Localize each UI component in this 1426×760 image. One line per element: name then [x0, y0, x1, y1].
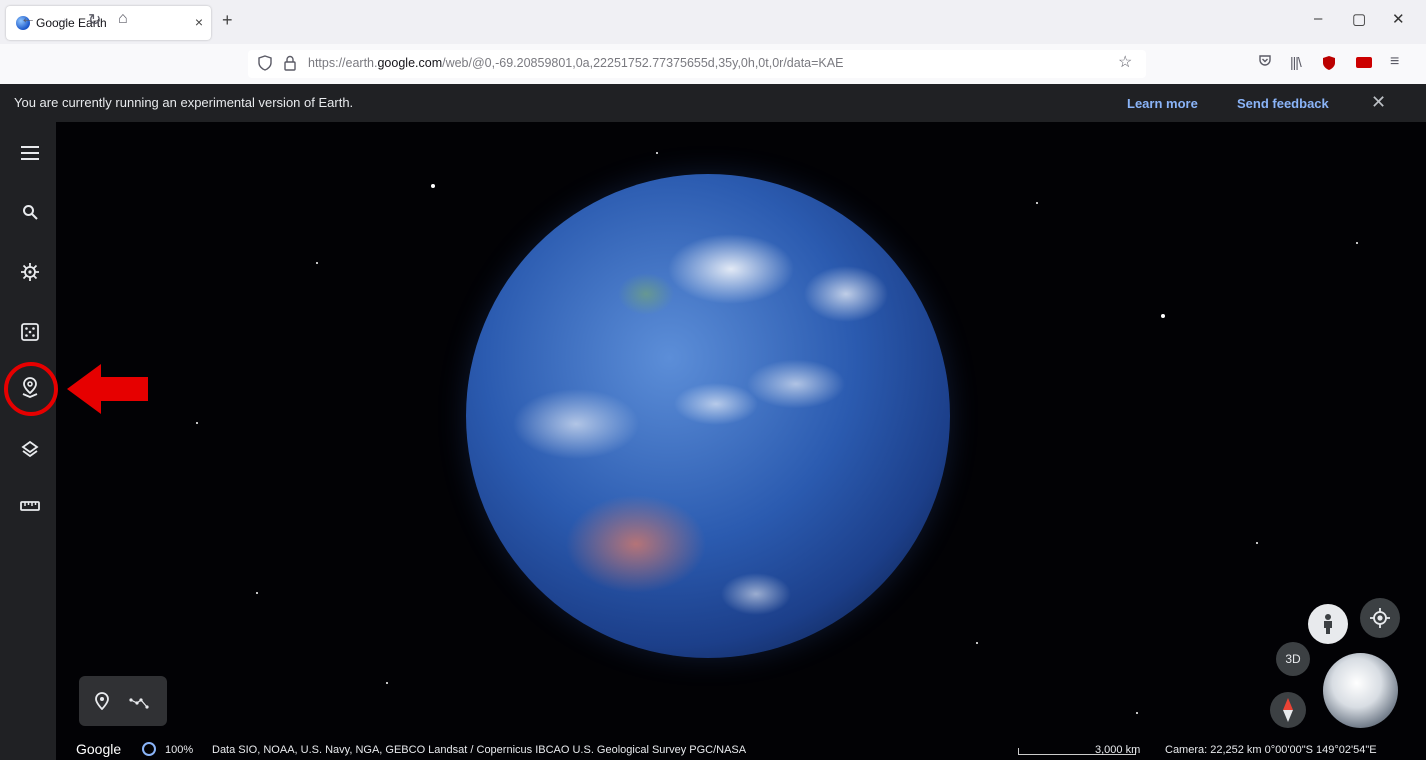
star: [1256, 542, 1258, 544]
search-icon[interactable]: [16, 198, 44, 226]
camera-info: Camera: 22,252 km 0°00'00"S 149°02'54"E: [1165, 744, 1377, 756]
menu-icon[interactable]: [16, 139, 44, 167]
back-button[interactable]: ←: [20, 10, 36, 28]
3d-toggle-button[interactable]: 3D: [1276, 642, 1310, 676]
pocket-icon[interactable]: [1258, 54, 1272, 71]
library-icon[interactable]: |||\: [1290, 54, 1302, 70]
projects-icon[interactable]: [16, 373, 44, 401]
star: [1036, 202, 1038, 204]
data-credits[interactable]: Data SIO, NOAA, U.S. Navy, NGA, GEBCO La…: [212, 744, 746, 756]
hd-extension-icon[interactable]: [1356, 57, 1372, 68]
loading-progress-icon: [142, 742, 156, 756]
learn-more-link[interactable]: Learn more: [1127, 96, 1198, 111]
dice-icon[interactable]: [16, 318, 44, 346]
star: [1161, 314, 1165, 318]
my-location-button[interactable]: [1360, 598, 1400, 638]
lock-icon[interactable]: [284, 55, 296, 76]
layers-icon[interactable]: [16, 435, 44, 463]
browser-tab-bar: [0, 0, 1426, 44]
banner-message: You are currently running an experimenta…: [14, 95, 354, 110]
draw-path-icon[interactable]: [129, 696, 149, 714]
compass-icon: [1283, 698, 1293, 722]
forward-button[interactable]: →: [54, 10, 70, 28]
reload-button[interactable]: ↻: [88, 10, 101, 30]
star: [256, 592, 258, 594]
url-prefix: https://earth.: [308, 56, 378, 70]
add-placemark-icon[interactable]: [95, 692, 109, 715]
new-tab-button[interactable]: +: [222, 10, 233, 31]
url-host: google.com: [377, 56, 443, 70]
google-logo: Google: [76, 741, 122, 757]
url-text[interactable]: https://earth.google.com/web/@0,-69.2085…: [308, 56, 843, 70]
app-menu-icon[interactable]: ≡: [1390, 53, 1399, 71]
banner-close-button[interactable]: ✕: [1371, 92, 1386, 113]
url-path: /web/@0,-69.20859801,0a,22251752.7737565…: [442, 56, 844, 70]
pegman-icon: [1324, 614, 1332, 634]
loading-percent: 100%: [165, 744, 194, 756]
star: [1356, 242, 1358, 244]
shield-icon[interactable]: [258, 55, 272, 76]
scale-label: 3,000 km: [1095, 744, 1141, 756]
street-view-pegman-button[interactable]: [1308, 604, 1348, 644]
send-feedback-link[interactable]: Send feedback: [1237, 96, 1329, 111]
drawing-tools: [79, 676, 167, 726]
star: [431, 184, 435, 188]
close-window-button[interactable]: ✕: [1392, 10, 1405, 28]
star: [196, 422, 198, 424]
browser-tab[interactable]: Google Earth ×: [6, 6, 211, 40]
my-location-icon: [1370, 608, 1390, 628]
home-icon[interactable]: ⌂: [118, 10, 128, 28]
voyager-icon[interactable]: [16, 258, 44, 286]
minimize-button[interactable]: –: [1314, 10, 1322, 27]
star: [656, 152, 658, 154]
measure-icon[interactable]: [16, 492, 44, 520]
star: [316, 262, 318, 264]
restore-button[interactable]: ▢: [1352, 10, 1366, 28]
tab-close-button[interactable]: ×: [195, 14, 203, 30]
ublock-icon[interactable]: [1322, 55, 1336, 76]
compass-button[interactable]: [1270, 692, 1306, 728]
earth-globe[interactable]: [466, 174, 950, 658]
star: [1136, 712, 1138, 714]
bookmark-star-icon[interactable]: ☆: [1118, 52, 1132, 72]
star: [976, 642, 978, 644]
star: [386, 682, 388, 684]
mini-globe-map[interactable]: [1323, 653, 1398, 728]
